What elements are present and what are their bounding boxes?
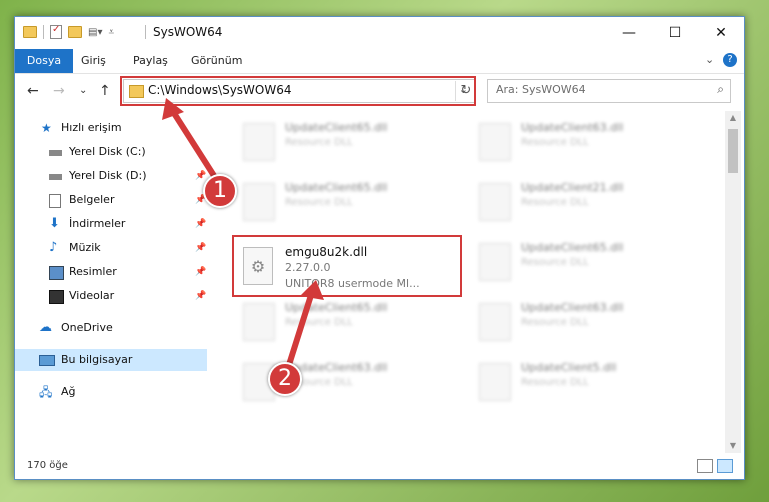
annotation-arrows (162, 98, 324, 371)
step-badge-2: 2 (268, 362, 302, 396)
arrow-2 (285, 289, 315, 371)
step-badge-1: 1 (203, 174, 237, 208)
arrow-1 (169, 107, 221, 185)
arrow-2-head (300, 280, 324, 300)
